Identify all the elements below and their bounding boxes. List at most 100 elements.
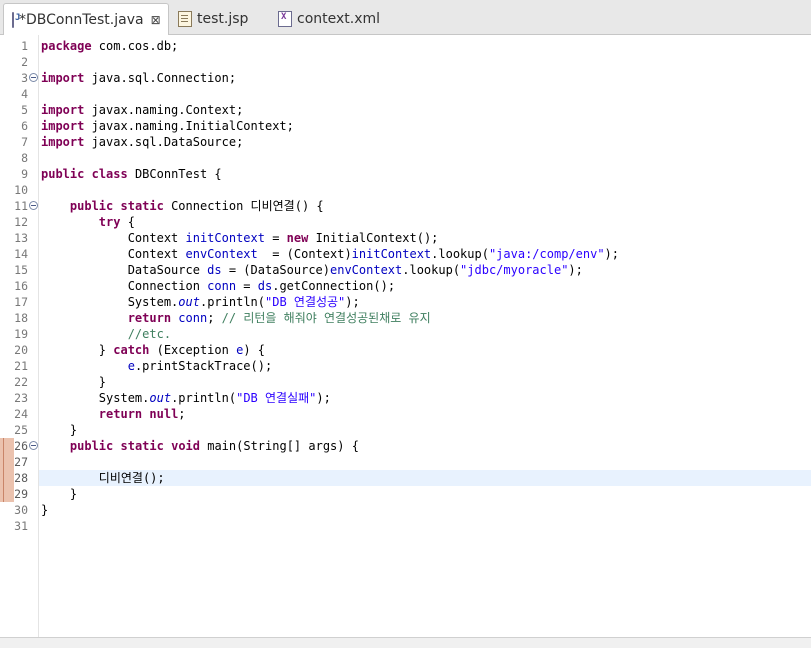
fold-toggle-icon[interactable] <box>29 73 38 82</box>
code-text: } <box>41 487 78 501</box>
code-line[interactable]: 13 Context initContext = new InitialCont… <box>0 230 811 246</box>
code-text: try { <box>98 215 135 229</box>
code-line[interactable]: 22 } <box>0 374 811 390</box>
code-line[interactable]: 14 Context envContext = (Context)initCon… <box>0 246 811 262</box>
code-text: package com.cos.db; <box>41 39 179 53</box>
line-number: 4 <box>21 87 28 101</box>
code-text: import javax.sql.DataSource; <box>41 135 244 149</box>
code-line[interactable]: 20 } catch (Exception e) { <box>0 342 811 358</box>
code-line[interactable]: 18 return conn; // 리턴을 해줘야 연결성공된채로 유지 <box>0 310 811 326</box>
code-text: import javax.naming.InitialContext; <box>41 119 294 133</box>
code-line[interactable]: 16 Connection conn = ds.getConnection(); <box>0 278 811 294</box>
code-text: Connection conn = ds.getConnection(); <box>41 279 396 293</box>
tab-context-xml[interactable]: context.xml <box>270 4 390 34</box>
java-file-icon <box>12 11 20 28</box>
code-text: import javax.naming.Context; <box>41 103 244 117</box>
code-line[interactable]: 21 e.printStackTrace(); <box>0 358 811 374</box>
line-number: 23 <box>14 391 28 405</box>
code-text: //etc. <box>127 327 172 341</box>
code-editor[interactable]: 1 package com.cos.db; 2 3 import java.sql.Co… <box>0 35 811 637</box>
editor-tab-bar: *DBConnTest.java ⊠ test.jsp context.xml <box>0 0 811 35</box>
line-number: 17 <box>14 295 28 309</box>
code-line[interactable]: 10 <box>0 182 811 198</box>
line-number: 13 <box>14 231 28 245</box>
tab-dbconntest-java[interactable]: *DBConnTest.java ⊠ <box>3 3 169 35</box>
line-number: 12 <box>14 215 28 229</box>
line-number: 29 <box>14 487 28 501</box>
horizontal-scrollbar[interactable] <box>0 637 811 648</box>
line-number: 2 <box>21 55 28 69</box>
code-text: } <box>41 423 78 437</box>
line-number: 28 <box>14 471 28 485</box>
code-text: System.out.println("DB 연결실패"); <box>41 391 331 405</box>
line-number: 1 <box>21 39 28 53</box>
line-number: 16 <box>14 279 28 293</box>
line-number: 6 <box>21 119 28 133</box>
code-line[interactable]: 29 } <box>0 486 811 502</box>
tab-label: *DBConnTest.java <box>19 11 144 28</box>
fold-toggle-icon[interactable] <box>29 441 38 450</box>
code-line[interactable]: 27 <box>0 454 811 470</box>
code-line[interactable]: 1 package com.cos.db; <box>0 38 811 54</box>
line-number: 19 <box>14 327 28 341</box>
line-number: 21 <box>14 359 28 373</box>
code-line[interactable]: 4 <box>0 86 811 102</box>
line-number: 24 <box>14 407 28 421</box>
line-number: 15 <box>14 263 28 277</box>
tab-label: context.xml <box>297 11 381 27</box>
code-line[interactable]: 17 System.out.println("DB 연결성공"); <box>0 294 811 310</box>
code-line[interactable]: 24 return null; <box>0 406 811 422</box>
code-line[interactable]: 11 public static Connection 디비연결() { <box>0 198 811 214</box>
code-text: } <box>41 503 49 517</box>
code-text: public static void main(String[] args) { <box>69 439 359 453</box>
code-line[interactable]: 3 import java.sql.Connection; <box>0 70 811 86</box>
code-text: Context initContext = new InitialContext… <box>41 231 439 245</box>
code-line[interactable]: 5 import javax.naming.Context; <box>0 102 811 118</box>
line-number: 11 <box>14 199 28 213</box>
code-line[interactable]: 6 import javax.naming.InitialContext; <box>0 118 811 134</box>
code-line[interactable]: 19 //etc. <box>0 326 811 342</box>
line-number: 10 <box>14 183 28 197</box>
code-line[interactable]: 28 디비연결(); <box>0 470 811 486</box>
code-line[interactable]: 9 public class DBConnTest { <box>0 166 811 182</box>
code-line[interactable]: 30} <box>0 502 811 518</box>
code-line[interactable]: 23 System.out.println("DB 연결실패"); <box>0 390 811 406</box>
code-text: public static Connection 디비연결() { <box>69 199 324 213</box>
code-text: return null; <box>98 407 186 421</box>
fold-toggle-icon[interactable] <box>29 201 38 210</box>
code-line[interactable]: 2 <box>0 54 811 70</box>
tab-test-jsp[interactable]: test.jsp <box>170 4 266 34</box>
line-number: 9 <box>21 167 28 181</box>
line-number: 30 <box>14 503 28 517</box>
code-text: return conn; // 리턴을 해줘야 연결성공된채로 유지 <box>127 311 431 325</box>
line-number: 25 <box>14 423 28 437</box>
line-number: 14 <box>14 247 28 261</box>
line-number: 27 <box>14 455 28 469</box>
line-number: 8 <box>21 151 28 165</box>
code-line[interactable]: 7 import javax.sql.DataSource; <box>0 134 811 150</box>
code-text: DataSource ds = (DataSource)envContext.l… <box>41 263 583 277</box>
close-icon[interactable]: ⊠ <box>151 13 161 27</box>
xml-file-icon <box>278 11 292 27</box>
code-text: } catch (Exception e) { <box>41 343 265 357</box>
code-text: System.out.println("DB 연결성공"); <box>41 295 360 309</box>
line-number: 22 <box>14 375 28 389</box>
tab-label: test.jsp <box>197 11 249 27</box>
code-line[interactable]: 8 <box>0 150 811 166</box>
line-number: 18 <box>14 311 28 325</box>
code-text: Context envContext = (Context)initContex… <box>41 247 619 261</box>
line-number: 5 <box>21 103 28 117</box>
line-number: 3 <box>21 71 28 85</box>
code-text: public class DBConnTest { <box>41 167 222 181</box>
line-number: 31 <box>14 519 28 533</box>
code-line[interactable]: 25 } <box>0 422 811 438</box>
code-text: 디비연결(); <box>41 471 165 485</box>
code-line[interactable]: 26 public static void main(String[] args… <box>0 438 811 454</box>
line-number: 7 <box>21 135 28 149</box>
code-line[interactable]: 12 try { <box>0 214 811 230</box>
code-text: e.printStackTrace(); <box>127 359 273 373</box>
jsp-file-icon <box>178 11 192 27</box>
code-text: } <box>41 375 107 389</box>
code-line[interactable]: 15 DataSource ds = (DataSource)envContex… <box>0 262 811 278</box>
code-line[interactable]: 31 <box>0 518 811 534</box>
